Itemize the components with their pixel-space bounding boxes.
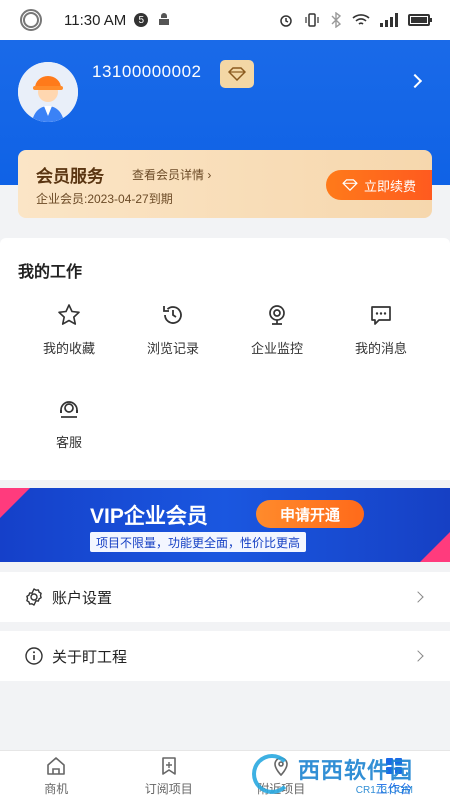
home-circle-icon	[20, 9, 42, 31]
membership-detail-link[interactable]: 查看会员详情 ›	[132, 166, 211, 183]
android-icon	[159, 13, 170, 25]
apply-button[interactable]: 申请开通	[256, 500, 364, 528]
banner-vip-text: VIP企业会员	[90, 505, 208, 528]
headset-icon	[56, 396, 82, 422]
about-label: 关于盯工程	[52, 648, 128, 666]
user-phone: 13100000002	[92, 62, 202, 81]
chevron-right-icon	[412, 650, 424, 662]
work-item-service[interactable]: 客服	[13, 396, 125, 451]
gear-icon	[24, 587, 44, 607]
bookmark-icon	[158, 755, 180, 777]
star-icon	[56, 302, 82, 328]
banner-decoration	[420, 532, 450, 562]
worker-avatar-icon	[18, 62, 78, 122]
vip-badge[interactable]	[220, 60, 254, 88]
notification-badge: 5	[134, 13, 149, 27]
avatar[interactable]	[18, 62, 78, 122]
chevron-right-icon	[412, 591, 424, 603]
tab-opportunities[interactable]: 商机	[0, 751, 113, 800]
watermark-url: CR173.COM	[355, 784, 414, 796]
diamond-icon	[228, 67, 246, 81]
home-icon	[45, 755, 67, 777]
chevron-right-icon[interactable]	[407, 73, 423, 89]
work-item-favorites[interactable]: 我的收藏	[13, 302, 125, 357]
membership-expire: 企业会员:2023-04-27到期	[36, 192, 173, 206]
bluetooth-icon	[331, 12, 342, 28]
wifi-icon	[352, 14, 370, 25]
camera-icon	[264, 302, 290, 328]
vip-banner[interactable]: VIP企业会员 申请开通 项目不限量，功能更全面，性价比更高	[0, 488, 450, 562]
renew-button[interactable]: 立即续费	[326, 170, 432, 200]
banner-subtitle: 项目不限量，功能更全面，性价比更高	[90, 532, 307, 552]
info-icon	[24, 646, 44, 666]
membership-card[interactable]: 会员服务 查看会员详情 › 企业会员:2023-04-27到期 立即续费	[18, 150, 432, 218]
work-item-monitor[interactable]: 企业监控	[221, 302, 333, 357]
my-work-section: 我的工作 我的收藏 浏览记录 企业监控 我的消息 客服	[0, 238, 450, 480]
chevron-right-icon: ›	[204, 168, 212, 182]
status-time: 11:30 AM	[64, 11, 127, 29]
account-settings-row[interactable]: 账户设置	[0, 572, 450, 622]
status-bar: 11:30 AM 5	[0, 0, 450, 40]
tab-subscriptions[interactable]: 订阅项目	[113, 751, 226, 800]
watermark-text: 西西软件园	[298, 757, 414, 783]
about-row[interactable]: 关于盯工程	[0, 631, 450, 681]
membership-title: 会员服务	[36, 167, 104, 186]
vibrate-icon	[305, 13, 319, 27]
watermark-logo: 西西软件园 CR173.COM	[252, 748, 450, 800]
watermark-icon	[252, 754, 292, 794]
work-item-history[interactable]: 浏览记录	[117, 302, 229, 357]
message-icon	[368, 302, 394, 328]
history-icon	[160, 302, 186, 328]
my-work-title: 我的工作	[18, 264, 83, 281]
battery-icon	[408, 14, 432, 26]
work-item-messages[interactable]: 我的消息	[325, 302, 437, 357]
signal-icon	[380, 13, 398, 27]
alarm-icon	[280, 15, 292, 27]
banner-decoration	[0, 488, 30, 518]
account-settings-label: 账户设置	[52, 589, 113, 607]
diamond-icon	[342, 179, 358, 191]
